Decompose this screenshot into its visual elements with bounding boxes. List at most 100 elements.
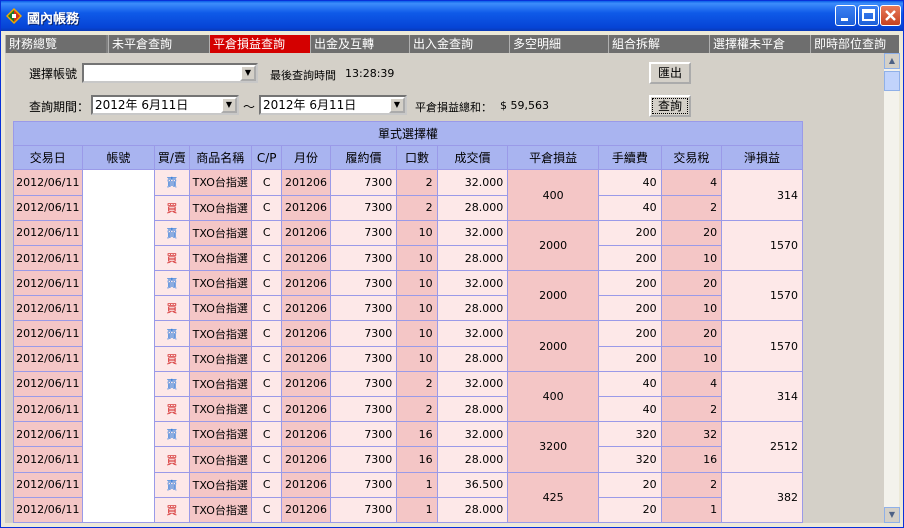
date-from-picker[interactable]: 2012年 6月11日 ▼	[91, 95, 239, 115]
dropdown-arrow-icon: ▼	[240, 65, 256, 81]
strike-cell: 7300	[329, 295, 398, 322]
closed-pnl-table: 單式選擇權 交易日 帳號 買/賣 商品名稱 C/P 月份 履約價 口數 成交價 平倉損益 手續費 交易…	[13, 120, 803, 523]
closed-pnl-cell: 2000	[507, 219, 600, 272]
tax-cell: 4	[660, 169, 723, 196]
cp-cell: C	[251, 244, 283, 272]
maximize-button[interactable]	[858, 5, 879, 26]
month-cell: 201206	[281, 396, 331, 423]
title-bar[interactable]: 國內帳務	[1, 1, 903, 31]
product-cell: TXO台指選	[188, 496, 253, 523]
tax-cell: 20	[660, 219, 723, 246]
tax-cell: 10	[660, 295, 723, 322]
column-header[interactable]: 淨損益	[721, 145, 803, 171]
column-header[interactable]: 口數	[396, 145, 438, 171]
table-body: 2012/06/11 賣 TXO台指選 C 201206 7300 2 32.000 400 40…	[13, 169, 803, 523]
quantity-cell: 16	[396, 446, 438, 473]
month-cell: 201206	[281, 244, 331, 272]
tax-cell: 1	[660, 496, 723, 523]
net-pnl-cell: 382	[721, 471, 803, 523]
column-header[interactable]: 買/賣	[154, 145, 190, 171]
trade-date-cell: 2012/06/11	[13, 295, 83, 322]
side-cell: 買	[154, 345, 190, 372]
product-cell: TXO台指選	[188, 320, 253, 347]
closed-pnl-cell: 2000	[507, 270, 600, 322]
date-separator: ～	[243, 100, 256, 114]
tab-open-positions[interactable]: 未平倉查詢	[108, 35, 209, 53]
dropdown-arrow-icon[interactable]: ▼	[221, 97, 237, 113]
quantity-cell: 1	[396, 496, 438, 523]
trade-date-cell: 2012/06/11	[13, 345, 83, 372]
column-header[interactable]: 商品名稱	[188, 145, 253, 171]
tab-closed-pnl[interactable]: 平倉損益查詢	[209, 35, 310, 53]
fee-cell: 40	[598, 396, 662, 423]
quantity-cell: 10	[396, 244, 438, 272]
column-header[interactable]: 月份	[281, 145, 331, 171]
column-header[interactable]: 交易稅	[660, 145, 723, 171]
account-cell	[81, 169, 156, 523]
strike-cell: 7300	[329, 396, 398, 423]
table-group-title: 單式選擇權	[13, 120, 803, 147]
column-header[interactable]: 帳號	[81, 145, 156, 171]
side-cell: 賣	[154, 370, 190, 398]
vertical-scrollbar[interactable]: ▲ ▼	[883, 53, 900, 523]
scroll-up-icon[interactable]: ▲	[884, 53, 900, 69]
trade-date-cell: 2012/06/11	[13, 194, 83, 221]
tax-cell: 20	[660, 270, 723, 297]
tab-withdraw-transfer[interactable]: 出金及互轉	[310, 35, 409, 53]
date-to-picker[interactable]: 2012年 6月11日 ▼	[259, 95, 407, 115]
trade-date-cell: 2012/06/11	[13, 370, 83, 398]
month-cell: 201206	[281, 320, 331, 347]
side-cell: 賣	[154, 270, 190, 297]
fee-cell: 40	[598, 169, 662, 196]
date-to-value: 2012年 6月11日	[263, 98, 357, 112]
close-button[interactable]	[880, 5, 901, 26]
month-cell: 201206	[281, 421, 331, 448]
closed-pnl-panel: 選擇帳號 ▼ 最後查詢時間 13:28:39 匯出 查詢期間： 2012年 6月…	[5, 53, 883, 523]
quantity-cell: 2	[396, 370, 438, 398]
scroll-thumb[interactable]	[884, 71, 900, 91]
product-cell: TXO台指選	[188, 396, 253, 423]
column-header[interactable]: 交易日	[13, 145, 83, 171]
product-cell: TXO台指選	[188, 345, 253, 372]
column-header[interactable]: 履約價	[329, 145, 398, 171]
export-button[interactable]: 匯出	[649, 62, 691, 84]
product-cell: TXO台指選	[188, 194, 253, 221]
cp-cell: C	[251, 194, 283, 221]
quantity-cell: 1	[396, 471, 438, 498]
month-cell: 201206	[281, 219, 331, 246]
table-row[interactable]: 2012/06/11 賣 TXO台指選 C 201206 7300 2 32.000 400 40…	[13, 169, 803, 523]
tax-cell: 32	[660, 421, 723, 448]
trade-date-cell: 2012/06/11	[13, 421, 83, 448]
closed-pnl-cell: 2000	[507, 320, 600, 372]
strike-cell: 7300	[329, 169, 398, 196]
fee-cell: 40	[598, 370, 662, 398]
net-pnl-cell: 1570	[721, 219, 803, 272]
price-cell: 32.000	[436, 421, 509, 448]
query-button[interactable]: 查詢	[649, 95, 691, 117]
strike-cell: 7300	[329, 370, 398, 398]
minimize-button[interactable]	[835, 5, 856, 26]
strike-cell: 7300	[329, 471, 398, 498]
tab-deposit-withdraw-query[interactable]: 出入金查詢	[409, 35, 509, 53]
column-header[interactable]: 手續費	[598, 145, 662, 171]
tab-options-open[interactable]: 選擇權未平倉	[709, 35, 810, 53]
strike-cell: 7300	[329, 496, 398, 523]
dropdown-arrow-icon[interactable]: ▼	[389, 97, 405, 113]
last-query-label: 最後查詢時間	[270, 69, 336, 82]
side-cell: 賣	[154, 169, 190, 196]
tab-financial-overview[interactable]: 財務總覽	[5, 35, 106, 53]
account-select[interactable]: ▼	[82, 63, 258, 83]
scroll-down-icon[interactable]: ▼	[884, 507, 900, 523]
side-cell: 賣	[154, 471, 190, 498]
column-header[interactable]: 平倉損益	[507, 145, 600, 171]
column-header[interactable]: C/P	[251, 145, 283, 171]
tab-realtime-positions[interactable]: 即時部位查詢	[810, 35, 899, 53]
table-group-header: 單式選擇權	[13, 120, 803, 147]
strike-cell: 7300	[329, 345, 398, 372]
tab-long-short-detail[interactable]: 多空明細	[509, 35, 608, 53]
price-cell: 28.000	[436, 446, 509, 473]
side-cell: 買	[154, 446, 190, 473]
trade-date-cell: 2012/06/11	[13, 396, 83, 423]
tab-combo-split[interactable]: 組合拆解	[608, 35, 709, 53]
column-header[interactable]: 成交價	[436, 145, 509, 171]
